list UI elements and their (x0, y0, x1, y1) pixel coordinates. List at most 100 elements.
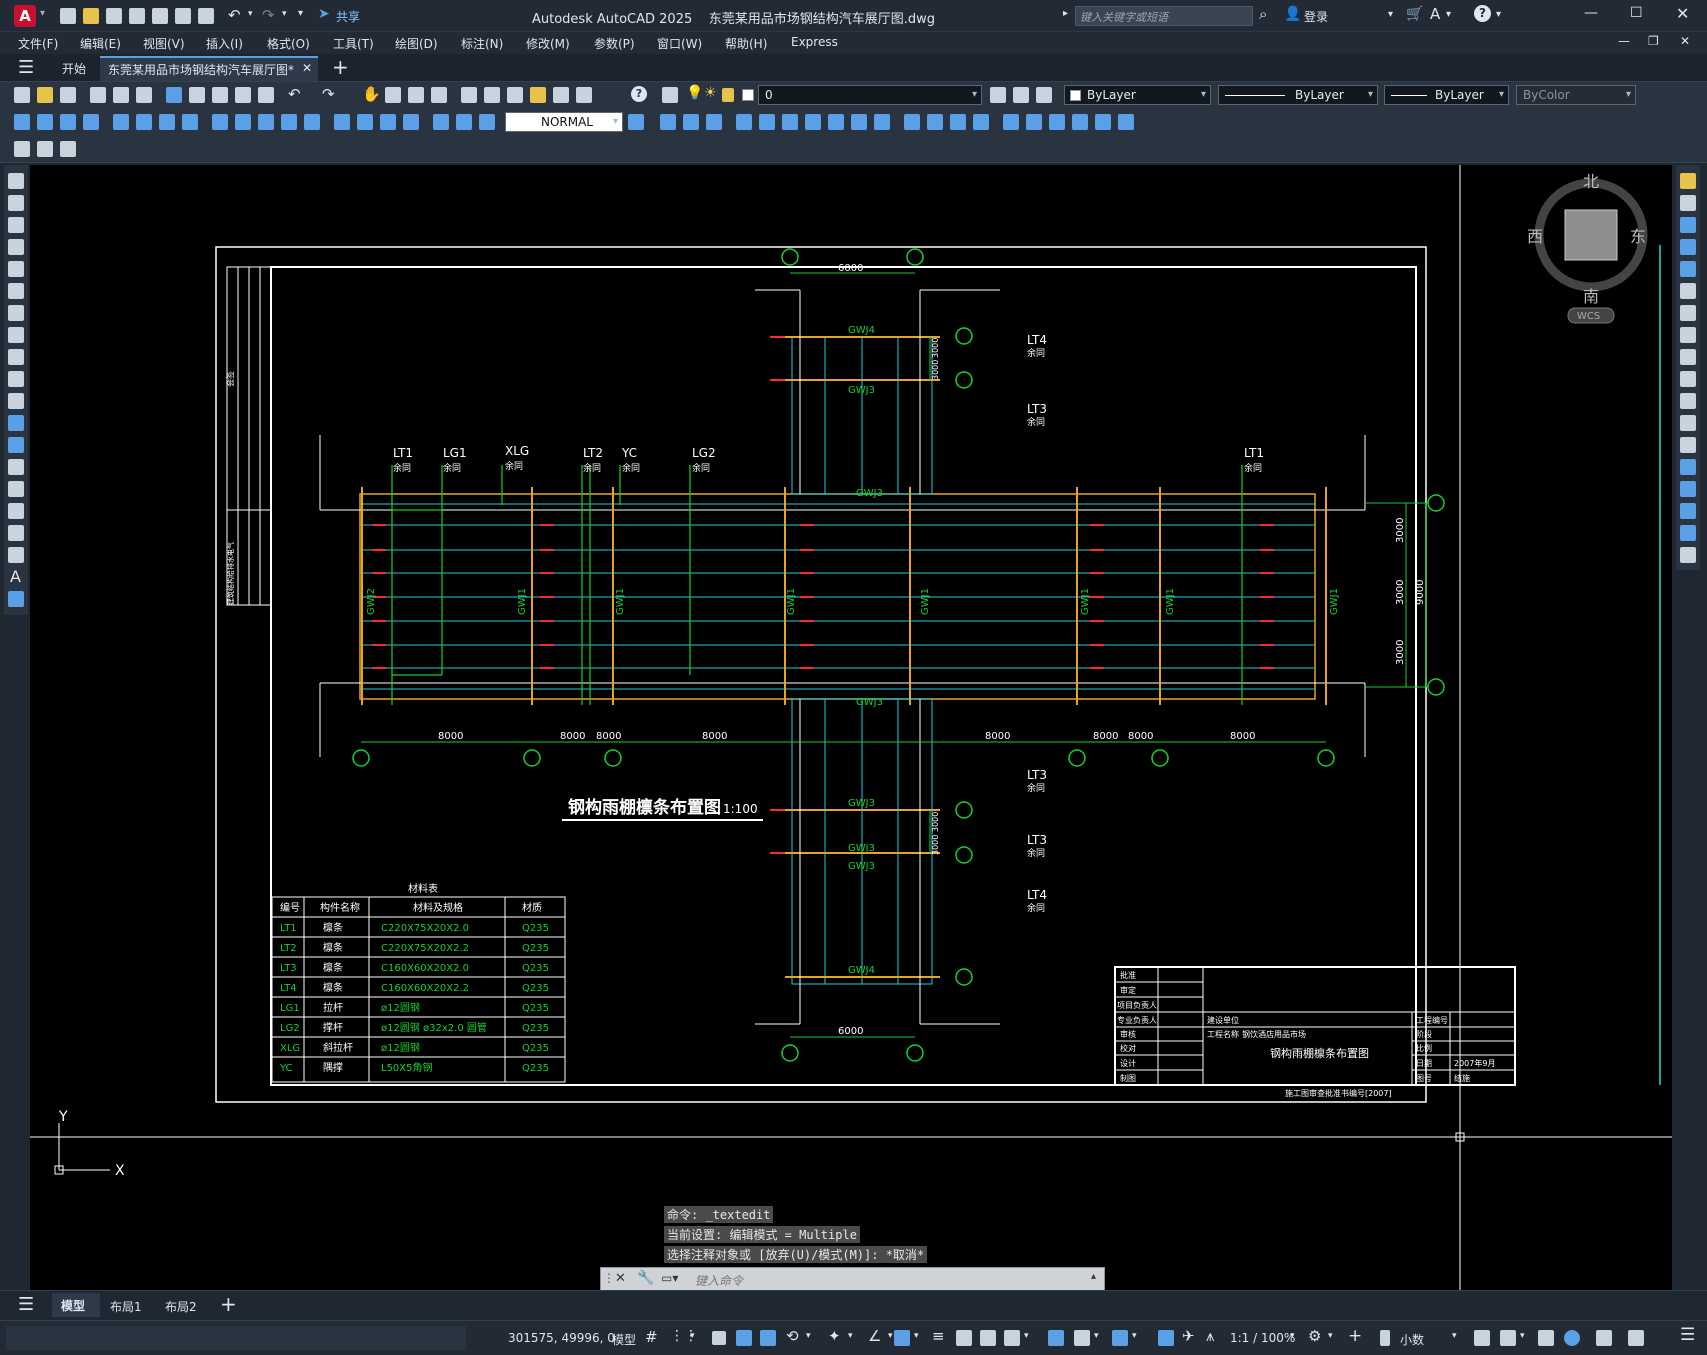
share-icon[interactable]: ➤ (318, 6, 330, 22)
menu-insert[interactable]: 插入(I) (206, 35, 243, 52)
plot-icon[interactable] (198, 8, 214, 24)
undo-icon[interactable]: ↶ (228, 6, 241, 24)
viewcube-east[interactable]: 东 (1630, 227, 1646, 246)
viewcube-south[interactable]: 南 (1583, 287, 1599, 306)
menu-draw[interactable]: 绘图(D) (395, 35, 438, 52)
draw-addselected-icon[interactable] (8, 591, 24, 607)
draw-hatch-icon[interactable] (8, 481, 24, 497)
tb-properties-icon[interactable] (461, 87, 477, 103)
save-web-icon[interactable] (175, 8, 191, 24)
draw-gradient-icon[interactable] (8, 503, 24, 519)
tb-matchprop-icon[interactable] (235, 87, 251, 103)
tb-open-icon[interactable] (37, 87, 53, 103)
menu-window[interactable]: 窗口(W) (657, 35, 702, 52)
status-model-button[interactable]: 模型 (612, 1331, 636, 1348)
app-logo[interactable]: A (14, 5, 36, 27)
modify-copy-icon[interactable] (1680, 195, 1696, 211)
command-input[interactable]: 键入命令 (695, 1272, 743, 1289)
undo-dropdown-icon[interactable]: ▾ (248, 9, 253, 19)
tb3-export-icon[interactable] (37, 141, 53, 157)
layer-previous-icon[interactable] (1013, 87, 1029, 103)
tb-zoom-realtime-icon[interactable] (385, 87, 401, 103)
modeling-extract-icon[interactable] (1095, 114, 1111, 130)
status-coordinates[interactable]: 301575, 49996, 0 (508, 1331, 615, 1345)
draw-xline-icon[interactable] (8, 195, 24, 211)
tb-markup-icon[interactable] (553, 87, 569, 103)
infer-constraints-icon[interactable] (712, 1331, 726, 1345)
maximize-icon[interactable]: ☐ (1630, 5, 1643, 21)
menu-modify[interactable]: 修改(M) (526, 35, 570, 52)
snap-dropdown-icon[interactable]: ▾ (690, 1331, 695, 1341)
a360-dropdown-icon[interactable]: ▾ (1446, 9, 1451, 20)
doc-minimize-icon[interactable]: — (1618, 34, 1630, 48)
new-tab-button[interactable]: + (332, 55, 349, 79)
close-icon[interactable]: ✕ (1676, 4, 1689, 23)
tb3-layers-icon[interactable] (60, 141, 76, 157)
command-customize-icon[interactable]: 🔧 (637, 1270, 654, 1286)
lock-ui-dropdown-icon[interactable]: ▾ (1520, 1331, 1525, 1341)
osnap-tracking-dropdown-icon[interactable]: ▾ (888, 1331, 893, 1341)
tb-sheetset-icon[interactable] (530, 87, 546, 103)
draw-point-icon[interactable] (8, 459, 24, 475)
dim-tolerance-icon[interactable] (334, 114, 350, 130)
customization-icon[interactable] (1628, 1330, 1644, 1346)
draw-make-block-icon[interactable] (8, 437, 24, 453)
modeling-wedge-icon[interactable] (683, 114, 699, 130)
modeling-slice-icon[interactable] (874, 114, 890, 130)
dim-center-icon[interactable] (357, 114, 373, 130)
hardware-acceleration-icon[interactable] (1564, 1330, 1580, 1346)
draw-mtext-icon[interactable]: A (10, 567, 21, 586)
modify-break-point-icon[interactable] (1680, 415, 1696, 431)
ortho-icon[interactable] (760, 1330, 776, 1346)
dim-ordinate-icon[interactable] (83, 114, 99, 130)
dimstyle-dropdown[interactable]: NORMAL (505, 112, 623, 132)
modeling-union-icon[interactable] (805, 114, 821, 130)
dynamic-input-icon[interactable] (736, 1330, 752, 1346)
modeling-subtract-icon[interactable] (828, 114, 844, 130)
menu-express[interactable]: Express (791, 35, 838, 49)
tb-preview-icon[interactable] (113, 87, 129, 103)
modeling-intersect-icon[interactable] (851, 114, 867, 130)
dimstyle-manager-icon[interactable] (628, 114, 644, 130)
layout-tab-2[interactable]: 布局2 (165, 1298, 197, 1315)
osnap-icon[interactable] (894, 1330, 910, 1346)
layer-state-icon[interactable] (1036, 87, 1052, 103)
dynamic-ucs-icon[interactable] (1048, 1330, 1064, 1346)
menu-view[interactable]: 视图(V) (143, 35, 185, 52)
make-current-layer-icon[interactable] (990, 87, 1006, 103)
dim-quick-icon[interactable] (212, 114, 228, 130)
doc-restore-icon[interactable]: ❐ (1648, 34, 1659, 48)
annotation-scale-dropdown-icon[interactable]: ▾ (1290, 1331, 1295, 1341)
modify-stretch-icon[interactable] (1680, 349, 1696, 365)
tb3-edit-icon[interactable] (14, 141, 30, 157)
annotation-monitor-icon[interactable]: + (1348, 1326, 1362, 1346)
color-dropdown[interactable]: ByLayer (1064, 85, 1211, 105)
isodraft-dropdown-icon[interactable]: ▾ (848, 1331, 853, 1341)
modify-array-icon[interactable] (1680, 261, 1696, 277)
draw-ellipse-icon[interactable] (8, 371, 24, 387)
lineweight-dropdown[interactable]: ByLayer (1384, 85, 1509, 105)
save-as-icon[interactable] (129, 8, 145, 24)
dim-jogged-icon[interactable] (136, 114, 152, 130)
user-icon[interactable]: 👤 (1284, 6, 1301, 22)
search-expand-icon[interactable]: ▸ (1063, 8, 1068, 19)
dim-break-icon[interactable] (304, 114, 320, 130)
viewcube-west[interactable]: 西 (1527, 227, 1543, 246)
tb-new-icon[interactable] (14, 87, 30, 103)
search-input[interactable]: 键入关键字或短语 (1075, 6, 1253, 26)
draw-rectangle-icon[interactable] (8, 261, 24, 277)
modeling-imprint-icon[interactable] (1118, 114, 1134, 130)
modify-mirror-icon[interactable] (1680, 217, 1696, 233)
login-button[interactable]: 登录 (1304, 8, 1328, 25)
open-web-icon[interactable] (152, 8, 168, 24)
dim-arc-icon[interactable] (60, 114, 76, 130)
tb-blockeditor-icon[interactable] (258, 87, 274, 103)
tb-publish-icon[interactable] (136, 87, 152, 103)
tb-calculator-icon[interactable] (576, 87, 592, 103)
3d-osnap-icon[interactable] (1004, 1330, 1020, 1346)
dim-inspect-icon[interactable] (380, 114, 396, 130)
modeling-flatten-icon[interactable] (1026, 114, 1042, 130)
minimize-icon[interactable]: — (1584, 5, 1598, 21)
linetype-dropdown[interactable]: ByLayer (1218, 85, 1378, 105)
transparency-icon[interactable] (956, 1330, 972, 1346)
